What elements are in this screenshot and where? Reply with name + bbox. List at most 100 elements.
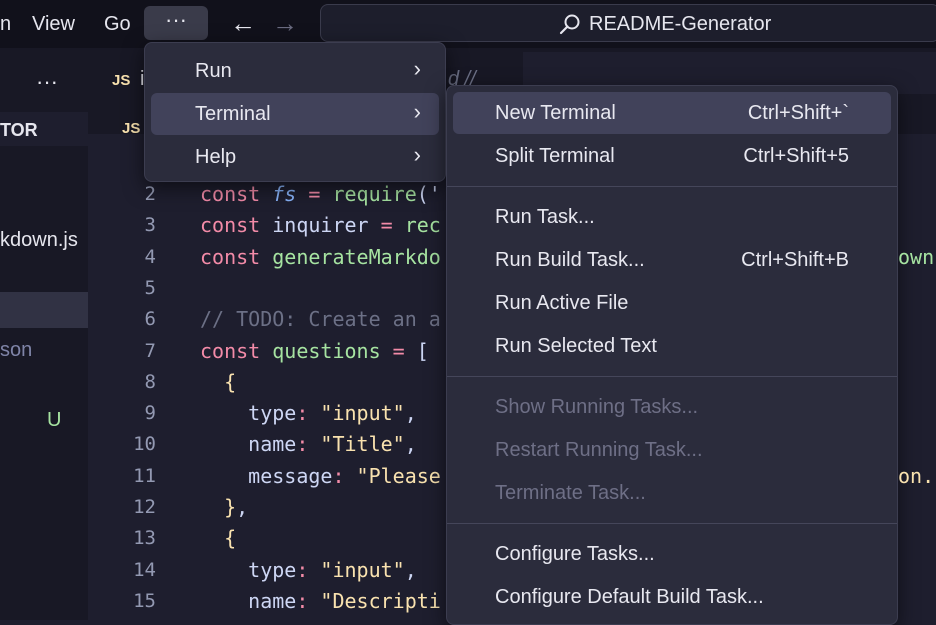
code-token: // TODO: Create an a <box>200 307 441 331</box>
code-token: inquirer <box>272 213 369 237</box>
menu-item-run-build-task[interactable]: Run Build Task... Ctrl+Shift+B <box>453 239 891 281</box>
more-menu-button[interactable]: ··· <box>144 6 208 40</box>
menu-item-configure-default-build-task[interactable]: Configure Default Build Task... <box>453 576 891 618</box>
menu-item-run-task[interactable]: Run Task... <box>453 196 891 238</box>
menu-separator <box>447 376 897 377</box>
sidebar-more-button[interactable]: ··· <box>36 70 58 94</box>
menu-item-label: Terminal <box>195 103 271 125</box>
file-item-json[interactable]: son <box>0 338 32 362</box>
code-fragment-right: on." <box>898 464 936 488</box>
code-token: "input" <box>320 401 405 425</box>
menu-item-new-terminal[interactable]: New Terminal Ctrl+Shift+` <box>453 92 891 134</box>
menu-item-help[interactable]: Help › <box>151 136 439 178</box>
code-token: "Please <box>356 464 441 488</box>
line-number: 12 <box>133 496 156 518</box>
menu-item-shortcut: Ctrl+Shift+B <box>741 249 849 271</box>
code-token: name <box>200 432 297 456</box>
menu-item-label: Configure Default Build Task... <box>495 586 764 608</box>
code-token: const <box>200 339 273 363</box>
line-number: 10 <box>133 433 156 455</box>
menu-item-label: Configure Tasks... <box>495 543 655 565</box>
line-number: 3 <box>144 214 156 236</box>
code-token: : <box>296 432 321 456</box>
code-token: { <box>200 526 237 550</box>
menu-item-terminal[interactable]: Terminal › <box>151 93 439 135</box>
line-number: 5 <box>144 277 156 299</box>
line-number: 14 <box>133 559 156 581</box>
line-number: 9 <box>144 402 156 424</box>
code-token: const <box>200 213 273 237</box>
menu-view[interactable]: View <box>28 10 79 38</box>
menu-separator <box>447 186 897 187</box>
js-file-icon: JS <box>112 72 131 89</box>
code-token: : <box>332 464 357 488</box>
code-token: , <box>236 495 249 519</box>
menu-go[interactable]: Go <box>100 10 135 38</box>
section-header-label[interactable]: TOR <box>0 118 38 142</box>
menu-item-terminate-task: Terminate Task... <box>453 472 891 514</box>
menu-item-split-terminal[interactable]: Split Terminal Ctrl+Shift+5 <box>453 135 891 177</box>
code-line: message: "Please <box>200 464 441 488</box>
line-number: 11 <box>133 465 156 487</box>
code-token: generateMarkdo <box>272 245 441 269</box>
explorer-sidebar: ··· TOR kdown.js son U <box>0 48 88 620</box>
code-token: type <box>200 558 297 582</box>
code-line: { <box>200 370 236 394</box>
code-line: const fs = require(' <box>200 182 441 206</box>
code-token: : <box>296 401 321 425</box>
code-line: type: "input", <box>200 401 417 425</box>
breadcrumb-js-icon: JS <box>122 120 141 137</box>
menu-item-restart-running-task: Restart Running Task... <box>453 429 891 471</box>
chevron-right-icon: › <box>413 56 421 81</box>
menu-item-shortcut: Ctrl+Shift+5 <box>743 145 849 167</box>
menu-item-run-selected-text[interactable]: Run Selected Text <box>453 325 891 367</box>
code-token: } <box>200 495 237 519</box>
line-number: 6 <box>144 308 156 330</box>
code-line: }, <box>200 495 248 519</box>
code-token: rec <box>404 213 441 237</box>
code-token: "Descripti <box>320 589 441 613</box>
menu-item-label: Split Terminal <box>495 145 615 167</box>
menu-item-configure-tasks[interactable]: Configure Tasks... <box>453 533 891 575</box>
code-token: "input" <box>320 558 405 582</box>
code-token: message <box>200 464 333 488</box>
menu-item-label: Help <box>195 146 237 168</box>
title-bar: n View Go ··· ← → README-Generator <box>0 0 936 48</box>
file-item-markdown[interactable]: kdown.js <box>0 228 78 252</box>
code-token: , <box>404 558 417 582</box>
code-fragment-right: own <box>898 245 935 269</box>
menu-truncated[interactable]: n <box>0 10 15 38</box>
menu-item-run[interactable]: Run › <box>151 50 439 92</box>
terminal-submenu: New Terminal Ctrl+Shift+` Split Terminal… <box>446 85 898 625</box>
code-token: : <box>296 558 321 582</box>
selected-file-row[interactable] <box>0 292 88 328</box>
menu-item-label: Run Build Task... <box>495 249 645 271</box>
line-number: 7 <box>144 340 156 362</box>
back-arrow-icon[interactable]: ← <box>230 8 256 38</box>
menu-item-label: Run Active File <box>495 292 629 314</box>
menu-item-run-active-file[interactable]: Run Active File <box>453 282 891 324</box>
code-token: [ <box>416 339 429 363</box>
code-line: name: "Title", <box>200 432 417 456</box>
menu-item-label: Show Running Tasks... <box>495 396 699 418</box>
chevron-right-icon: › <box>413 99 421 124</box>
code-token: = <box>296 182 333 206</box>
menu-item-label: New Terminal <box>495 102 616 124</box>
line-number: 13 <box>133 527 156 549</box>
code-line: const generateMarkdo <box>200 245 441 269</box>
code-token: require <box>332 182 417 206</box>
code-token: questions <box>272 339 381 363</box>
code-token: name <box>200 589 297 613</box>
line-number: 8 <box>144 371 156 393</box>
code-token: (' <box>416 182 441 206</box>
code-token: fs <box>272 182 297 206</box>
menu-item-shortcut: Ctrl+Shift+` <box>747 102 849 124</box>
menu-item-label: Restart Running Task... <box>495 439 703 461</box>
code-line: const inquirer = rec <box>200 213 441 237</box>
untracked-badge: U <box>47 409 62 431</box>
menu-item-label: Run Selected Text <box>495 335 657 357</box>
code-token: , <box>404 432 417 456</box>
menu-item-label: Terminate Task... <box>495 482 646 504</box>
forward-arrow-icon[interactable]: → <box>272 8 298 38</box>
command-center-search[interactable]: README-Generator <box>320 4 936 42</box>
